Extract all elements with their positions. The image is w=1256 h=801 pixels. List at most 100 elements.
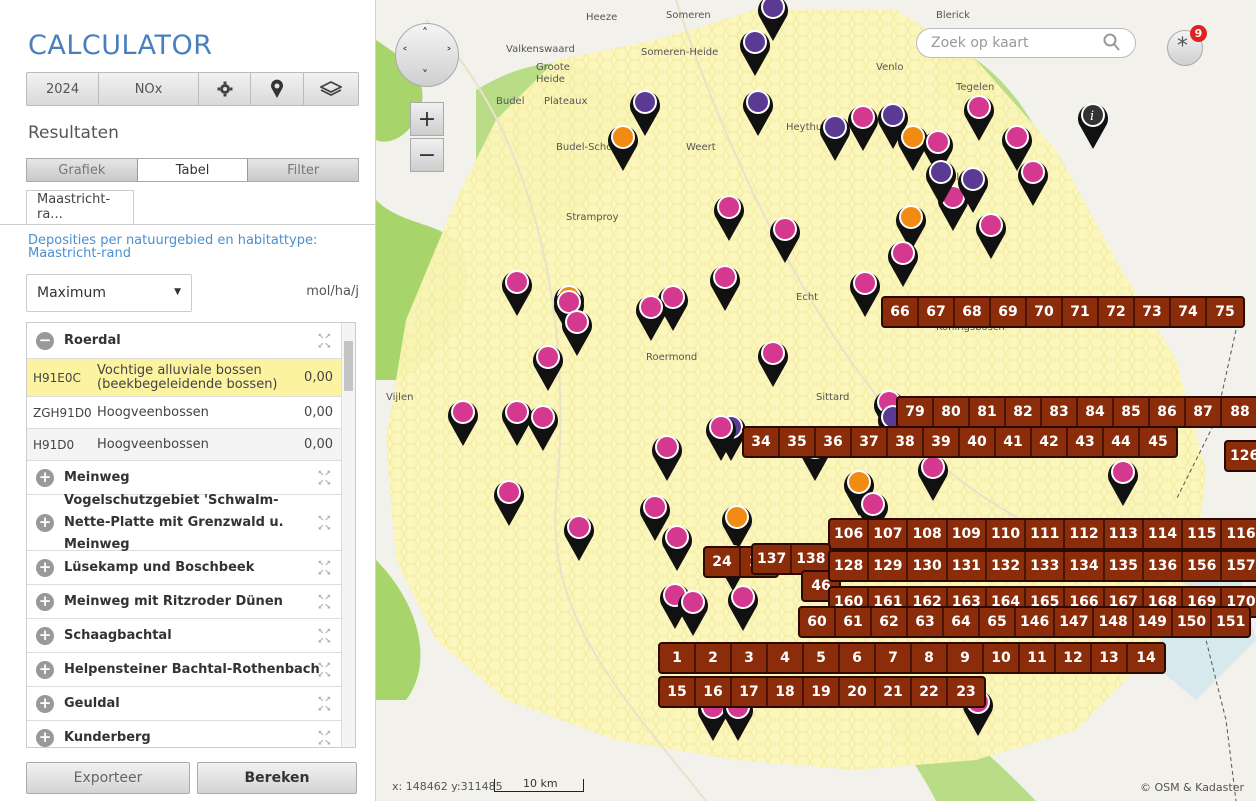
info-pin-icon[interactable]: i xyxy=(1076,98,1110,150)
receptor-label[interactable]: 135 xyxy=(1105,552,1144,580)
map-pin-icon[interactable] xyxy=(1016,155,1050,207)
map-pin-icon[interactable] xyxy=(768,212,802,264)
receptor-label[interactable]: 150 xyxy=(1173,608,1213,636)
receptor-label[interactable]: 5 xyxy=(804,644,840,672)
receptor-label[interactable]: 37 xyxy=(852,428,888,456)
pan-right-icon[interactable]: ˃ xyxy=(446,46,452,60)
receptor-label[interactable]: 41 xyxy=(996,428,1032,456)
settings-button[interactable] xyxy=(199,73,252,105)
map-pin-icon[interactable] xyxy=(924,155,958,207)
area-row-lusekamp[interactable]: + Lüsekamp und Boschbeek ↖↗ ↙↘ xyxy=(27,551,343,585)
receptor-label[interactable]: 66 xyxy=(883,298,919,326)
map-view[interactable]: Heeze Someren Someren-Heide Blerick Valkens… xyxy=(376,0,1256,801)
pan-control[interactable]: ˄ ˂ ˃ ˅ xyxy=(395,23,459,87)
habitat-row[interactable]: ZGH91D0 Hoogveenbossen 0,00 xyxy=(27,397,343,429)
receptor-label[interactable]: 75 xyxy=(1207,298,1243,326)
map-pin-icon[interactable] xyxy=(634,290,668,342)
receptor-label[interactable]: 136 xyxy=(1144,552,1184,580)
expand-icon[interactable]: + xyxy=(36,468,54,487)
receptor-label[interactable]: 19 xyxy=(804,678,840,706)
receptor-label[interactable]: 8 xyxy=(912,644,948,672)
receptor-label[interactable]: 132 xyxy=(987,552,1027,580)
receptor-label[interactable]: 24 xyxy=(705,548,741,576)
receptor-label[interactable]: 81 xyxy=(970,398,1006,426)
receptor-label[interactable]: 114 xyxy=(1144,520,1184,548)
aggregation-select[interactable]: Maximum ▼ xyxy=(26,274,192,312)
receptor-label[interactable]: 38 xyxy=(888,428,924,456)
receptor-label[interactable]: 80 xyxy=(934,398,970,426)
area-row-geuldal[interactable]: + Geuldal ↖↗ ↙↘ xyxy=(27,687,343,721)
receptor-label[interactable]: 1 xyxy=(660,644,696,672)
map-pin-icon[interactable] xyxy=(660,520,694,572)
map-pin-icon[interactable] xyxy=(708,260,742,312)
receptor-label[interactable]: 64 xyxy=(944,608,980,636)
receptor-label[interactable]: 35 xyxy=(780,428,816,456)
map-search[interactable]: Zoek op kaart xyxy=(916,28,1136,58)
receptor-label[interactable]: 12 xyxy=(1056,644,1092,672)
search-icon[interactable] xyxy=(1103,32,1121,56)
zoom-out-button[interactable]: − xyxy=(410,138,444,172)
collapse-icon[interactable]: − xyxy=(36,331,54,350)
receptor-label[interactable]: 69 xyxy=(991,298,1027,326)
tab-grafiek[interactable]: Grafiek xyxy=(27,159,137,181)
receptor-label[interactable]: 129 xyxy=(869,552,909,580)
map-pin-icon[interactable] xyxy=(531,340,565,392)
expand-arrows-icon[interactable]: ↖↗ ↙↘ xyxy=(318,661,331,679)
area-row-roerdal[interactable]: − Roerdal ↖↗ ↙↘ xyxy=(27,323,343,359)
receptor-label[interactable]: 71 xyxy=(1063,298,1099,326)
receptor-label[interactable]: 149 xyxy=(1134,608,1173,636)
receptor-label[interactable]: 18 xyxy=(768,678,804,706)
area-row-vogelschutzgebiet[interactable]: + Vogelschutzgebiet 'Schwalm-Nette-Platt… xyxy=(27,493,343,552)
receptor-label[interactable]: 4 xyxy=(768,644,804,672)
map-pin-icon[interactable] xyxy=(446,395,480,447)
expand-arrows-icon[interactable]: ↖↗ ↙↘ xyxy=(318,469,331,487)
receptor-label[interactable]: 60 xyxy=(800,608,836,636)
receptor-label[interactable]: 106 xyxy=(830,520,870,548)
receptor-label[interactable]: 86 xyxy=(1150,398,1186,426)
pan-down-icon[interactable]: ˅ xyxy=(422,68,428,82)
receptor-label[interactable]: 110 xyxy=(987,520,1027,548)
scrollbar-thumb[interactable] xyxy=(344,341,353,391)
map-pin-icon[interactable] xyxy=(886,236,920,288)
receptor-label[interactable]: 87 xyxy=(1186,398,1222,426)
map-pin-icon[interactable] xyxy=(738,25,772,77)
map-pin-icon[interactable] xyxy=(846,100,880,152)
receptor-label[interactable]: 73 xyxy=(1135,298,1171,326)
receptor-label[interactable]: 82 xyxy=(1006,398,1042,426)
area-row-meinweg-ritzroder[interactable]: + Meinweg mit Ritzroder Dünen ↖↗ ↙↘ xyxy=(27,585,343,619)
receptor-label[interactable]: 126 xyxy=(1226,442,1256,470)
receptor-label[interactable]: 108 xyxy=(908,520,948,548)
zoom-in-button[interactable]: + xyxy=(410,102,444,136)
map-pin-icon[interactable] xyxy=(650,430,684,482)
receptor-label[interactable]: 147 xyxy=(1055,608,1095,636)
receptor-label[interactable]: 45 xyxy=(1140,428,1176,456)
receptor-label[interactable]: 11 xyxy=(1020,644,1056,672)
map-pin-icon[interactable] xyxy=(492,475,526,527)
receptor-label[interactable]: 15 xyxy=(660,678,696,706)
receptor-label[interactable]: 67 xyxy=(919,298,955,326)
receptor-label[interactable]: 2 xyxy=(696,644,732,672)
expand-icon[interactable]: + xyxy=(36,626,54,645)
receptor-label[interactable]: 42 xyxy=(1032,428,1068,456)
receptor-label[interactable]: 44 xyxy=(1104,428,1140,456)
receptor-label[interactable]: 83 xyxy=(1042,398,1078,426)
map-pin-icon[interactable] xyxy=(726,580,760,632)
receptor-label[interactable]: 134 xyxy=(1065,552,1105,580)
map-pin-icon[interactable] xyxy=(974,208,1008,260)
map-pin-icon[interactable] xyxy=(562,510,596,562)
receptor-label[interactable]: 128 xyxy=(830,552,870,580)
receptor-label[interactable]: 68 xyxy=(955,298,991,326)
map-pin-icon[interactable] xyxy=(526,400,560,452)
receptor-label[interactable]: 74 xyxy=(1171,298,1207,326)
receptor-label[interactable]: 63 xyxy=(908,608,944,636)
receptor-label[interactable]: 112 xyxy=(1065,520,1105,548)
receptor-label[interactable]: 85 xyxy=(1114,398,1150,426)
receptor-label[interactable]: 16 xyxy=(696,678,732,706)
receptor-label[interactable]: 88 xyxy=(1222,398,1256,426)
expand-icon[interactable]: + xyxy=(36,558,54,577)
map-pin-icon[interactable] xyxy=(606,120,640,172)
map-pin-icon[interactable] xyxy=(712,190,746,242)
receptor-label[interactable]: 131 xyxy=(948,552,987,580)
list-scrollbar[interactable] xyxy=(341,323,355,747)
receptor-label[interactable]: 79 xyxy=(898,398,934,426)
